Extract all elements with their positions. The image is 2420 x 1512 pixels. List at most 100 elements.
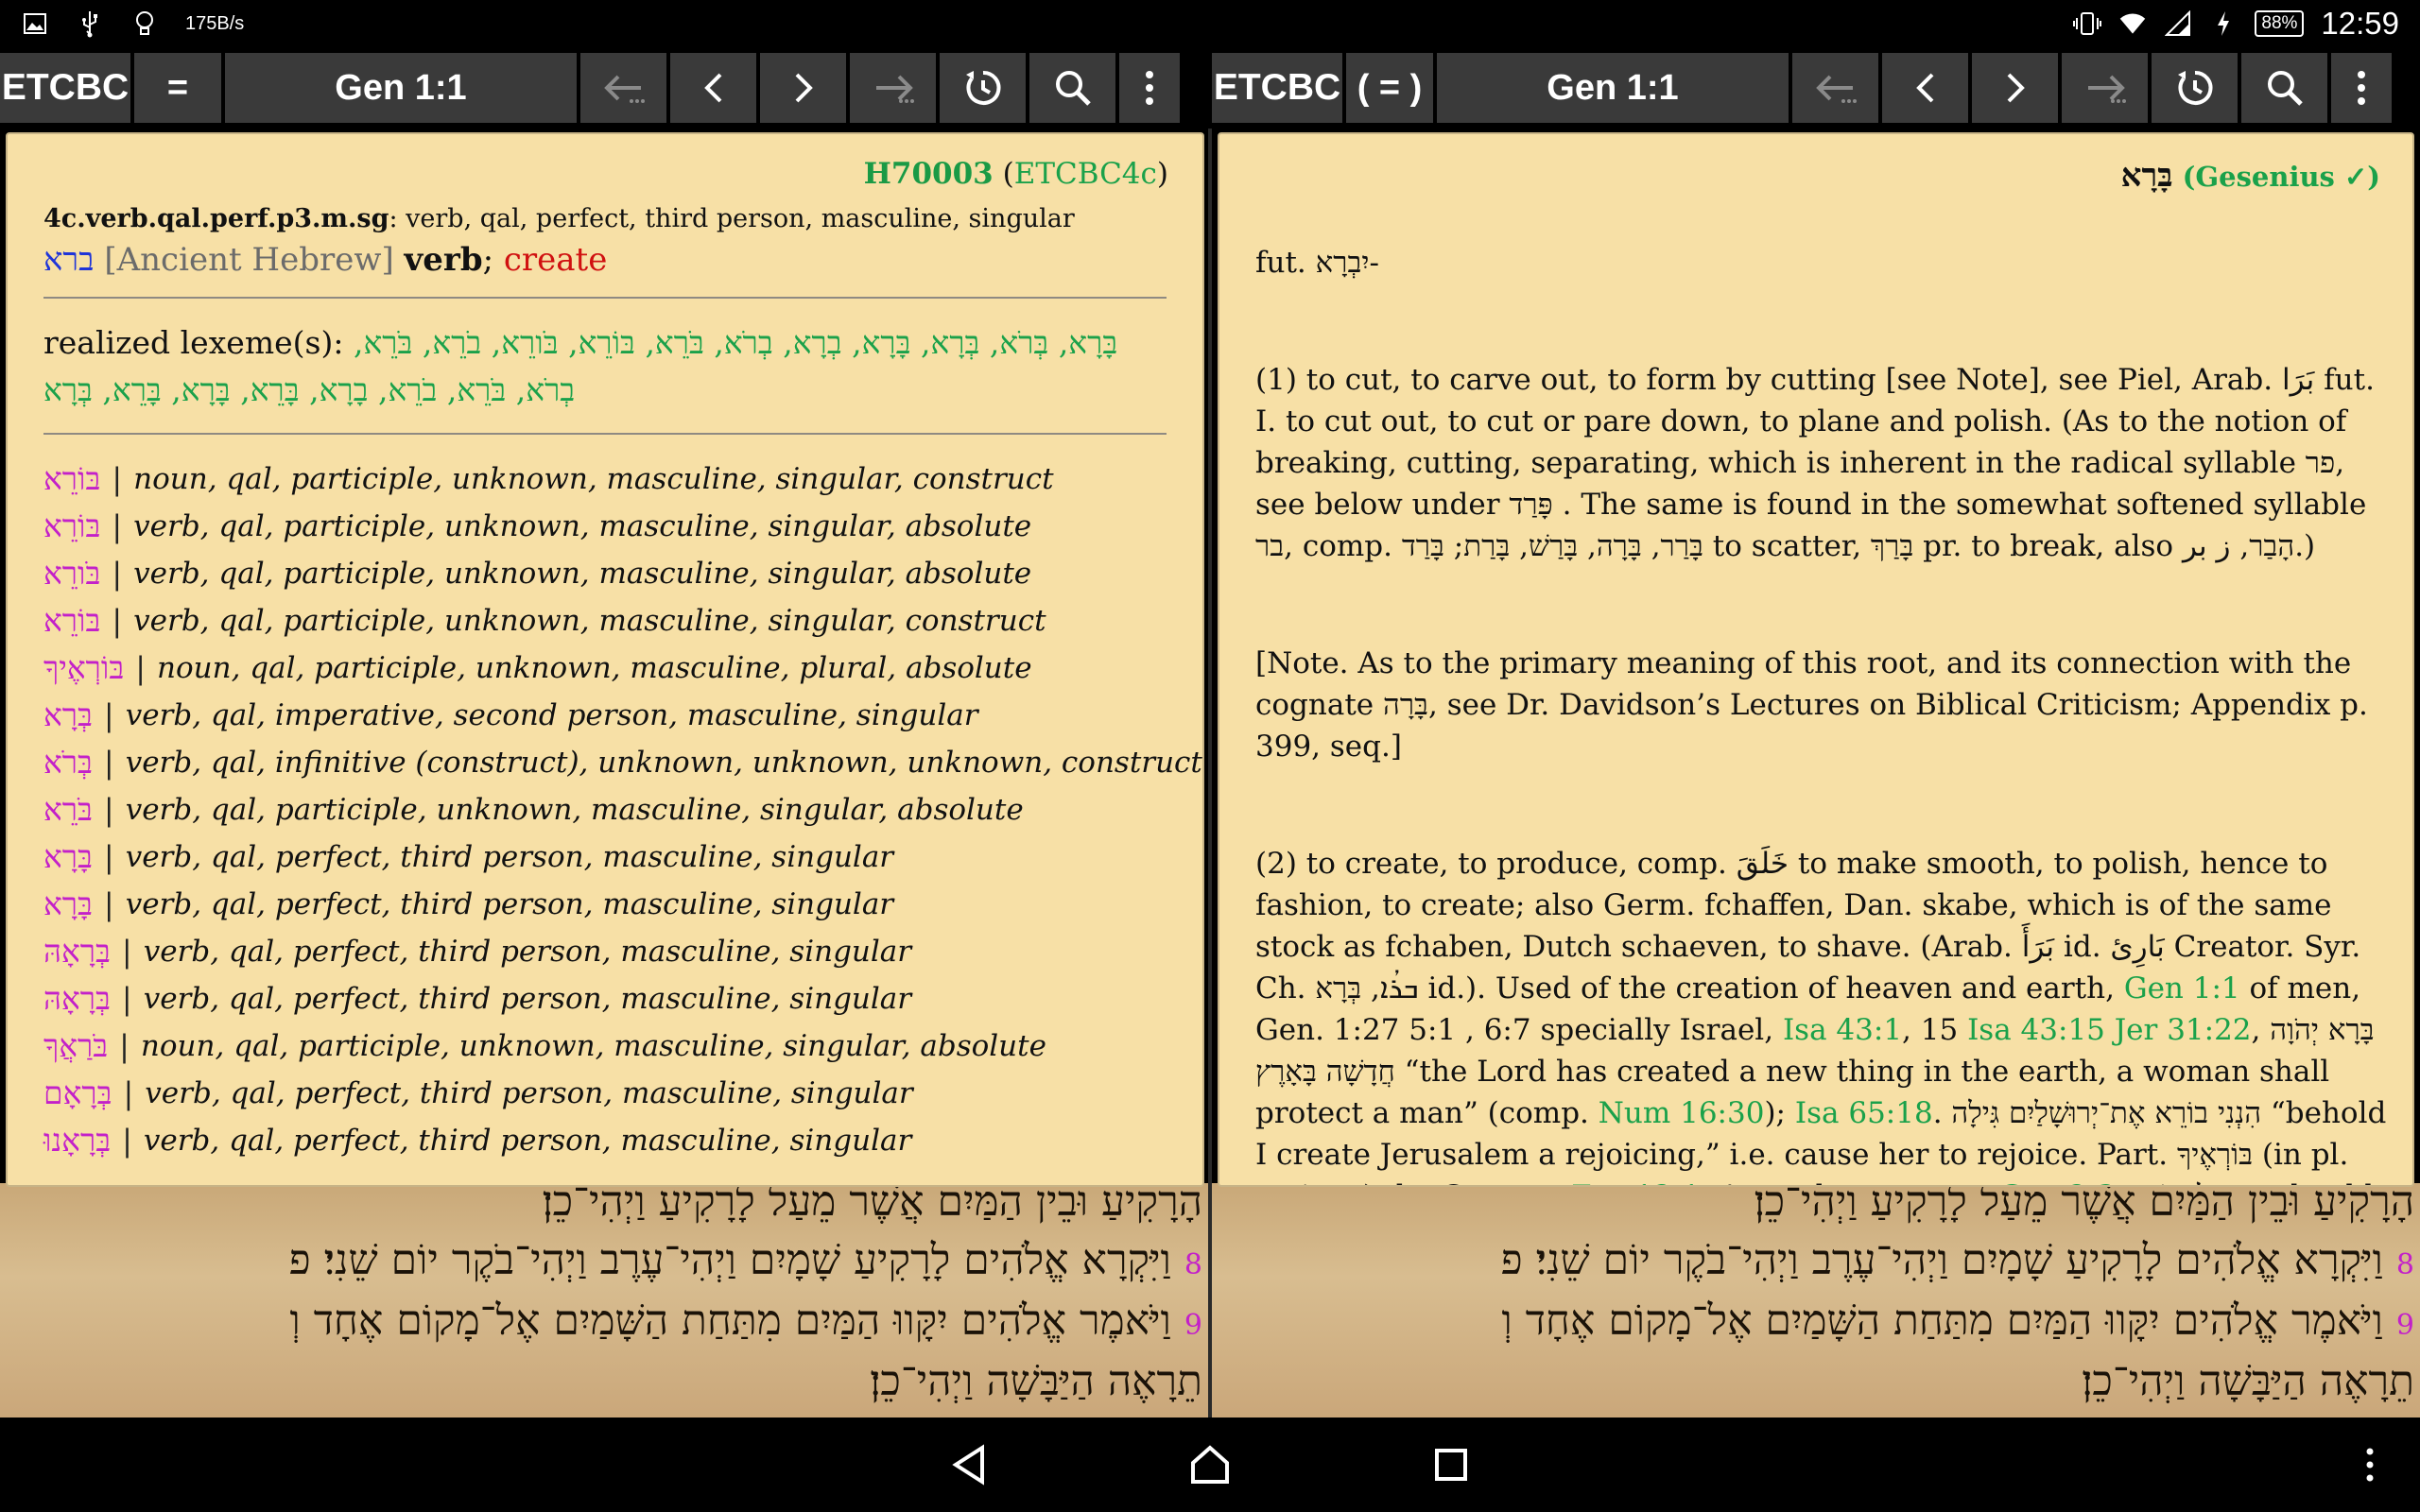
list-item[interactable]: בּוֹרֵא | verb, qal, participle, unknown, … (43, 597, 1178, 644)
list-item[interactable]: בְּרָא | verb, qal, imperative, second per… (43, 692, 1178, 739)
list-item[interactable]: בּוֹרֵא | verb, qal, participle, unknown, … (43, 503, 1178, 550)
right-pane: בָּרָא (Gesenius ✓) fut. יִבְרָא- (1) to… (1212, 129, 2420, 1187)
left-pane: H70003 (ETCBC4c) 4c.verb.qal.perf.p3.m.s… (0, 129, 1208, 1187)
list-item[interactable]: בּוֹרֵא | noun, qal, participle, unknown, … (43, 455, 1178, 503)
battery-level: 88% (2255, 10, 2305, 37)
future-form: fut. יִבְרָא- (1255, 246, 1379, 280)
verse-number: 9 (2395, 1309, 2414, 1342)
list-item[interactable]: בָּרָא | verb, qal, perfect, third person,… (43, 833, 1178, 881)
language: [Ancient Hebrew] (104, 241, 394, 279)
list-item[interactable]: בּוֹרְאֶיךָ | noun, qal, participle, unkno… (43, 644, 1178, 692)
verse-line: 8 וַיִּקְרָא אֱלֹהִים לָרָקִיעַ שָׁמָיִם… (288, 1236, 1202, 1284)
morph-line: 4c.verb.qal.perf.p3.m.sg: verb, qal, per… (43, 204, 1075, 233)
reference-button[interactable]: Gen 1:1 (225, 53, 577, 123)
left-toolbar: ETCBC = Gen 1:1 (0, 47, 1208, 129)
sync-button[interactable]: = (134, 53, 221, 123)
dictionary-source[interactable]: (Gesenius ✓) (2183, 161, 2380, 193)
back-history-icon[interactable] (1792, 53, 1878, 123)
ref-link[interactable]: Isa 43:1 (1783, 1013, 1902, 1047)
realized-label: realized lexeme(s): (43, 324, 344, 361)
prev-icon[interactable] (1882, 53, 1968, 123)
forms-list: בּוֹרֵא | noun, qal, participle, unknown, … (43, 455, 1202, 1164)
verse-number: 8 (1184, 1248, 1202, 1281)
charging-icon (2209, 9, 2238, 38)
list-item[interactable]: בֹּורֵא | verb, qal, participle, unknown, … (43, 550, 1178, 597)
signal-icon (2164, 9, 2192, 38)
forward-history-icon[interactable] (2062, 53, 2148, 123)
right-toolbar: ETCBC ( = ) Gen 1:1 (1212, 47, 2420, 129)
module-button[interactable]: ETCBC (1212, 53, 1342, 123)
back-nav-icon[interactable] (945, 1441, 993, 1488)
search-icon[interactable] (1029, 53, 1115, 123)
verse-line: 9 וַיֹּאמֶר אֱלֹהִים יִקָּווּ הַמַּיִם מ… (289, 1297, 1202, 1345)
ref-link[interactable]: Jer 31:22 (2115, 1013, 2252, 1047)
module-button[interactable]: ETCBC (0, 53, 130, 123)
list-item[interactable]: בְּרָאָנוּ | verb, qal, perfect, third per… (43, 1117, 1178, 1164)
list-item[interactable]: בָּרָא | verb, qal, perfect, third person,… (43, 881, 1178, 928)
prev-icon[interactable] (670, 53, 756, 123)
lexicon-card[interactable]: H70003 (ETCBC4c) 4c.verb.qal.perf.p3.m.s… (6, 132, 1204, 1187)
gloss: create (503, 241, 608, 279)
bible-text-right[interactable]: הָרָקִיעַ וּבֵין הַמַּיִם אֲשֶׁר מֵעַל ל… (1212, 1183, 2420, 1418)
entry-source[interactable]: ETCBC4c (1014, 157, 1157, 191)
list-item[interactable]: בֹּרַאֲךָ | noun, qal, participle, unknown… (43, 1022, 1178, 1070)
verse-line: 8 וַיִּקְרָא אֱלֹהִים לָרָקִיעַ שָׁמָיִם… (1500, 1236, 2414, 1284)
wifi-icon (2118, 9, 2147, 38)
list-item[interactable]: בְּרֹא | verb, qal, infinitive (construct)… (43, 739, 1202, 786)
recents-nav-icon[interactable] (1427, 1441, 1475, 1488)
list-item[interactable]: בְּרָאָהּ | verb, qal, perfect, third pers… (43, 928, 1178, 975)
search-icon[interactable] (2241, 53, 2327, 123)
ref-link[interactable]: Num 16:30 (1599, 1096, 1765, 1130)
note: [Note. As to the primary meaning of this… (1255, 646, 2368, 764)
dictionary-card[interactable]: בָּרָא (Gesenius ✓) fut. יִבְרָא- (1) to… (1218, 132, 2414, 1187)
list-item[interactable]: בְּרָאָם | verb, qal, perfect, third perso… (43, 1070, 1178, 1117)
headword: בָּרָא (2120, 157, 2173, 195)
more-nav-icon[interactable] (2346, 1441, 2394, 1488)
entry-id[interactable]: H70003 (864, 157, 994, 191)
list-item[interactable]: בְּרָאָהּ | verb, qal, perfect, third pers… (43, 975, 1178, 1022)
lightbulb-icon (130, 9, 159, 38)
overflow-menu-icon[interactable] (2331, 53, 2392, 123)
ref-link[interactable]: Gen 2:3 (1999, 1179, 2116, 1185)
lemma-line: ברא [Ancient Hebrew] verb; create (43, 241, 608, 279)
forward-history-icon[interactable] (850, 53, 936, 123)
list-item[interactable]: בֹּרֵא | verb, qal, participle, unknown, m… (43, 786, 1178, 833)
back-history-icon[interactable] (580, 53, 666, 123)
entry-header: בָּרָא (Gesenius ✓) (2121, 157, 2380, 195)
part-of-speech: verb (404, 241, 483, 279)
navigation-bar (0, 1418, 2420, 1512)
home-nav-icon[interactable] (1186, 1441, 1234, 1488)
ref-link[interactable]: Ecc 12:1 (1571, 1179, 1701, 1185)
verse-line: 9 וַיֹּאמֶר אֱלֹהִים יִקָּווּ הַמַּיִם מ… (1501, 1297, 2414, 1345)
network-speed: 175B/s (185, 12, 245, 34)
sync-button[interactable]: ( = ) (1346, 53, 1433, 123)
clock: 12:59 (2321, 6, 2399, 41)
verse-number: 8 (2395, 1248, 2414, 1281)
ref-link[interactable]: Isa 43:15 (1967, 1013, 2105, 1047)
history-icon[interactable] (940, 53, 1026, 123)
image-icon (21, 9, 49, 38)
next-icon[interactable] (1972, 53, 2058, 123)
verse-number: 9 (1184, 1309, 1202, 1342)
verse-line: הָרָקִיעַ וּבֵין הַמַּיִם אֲשֶׁר מֵעַל ל… (542, 1183, 1202, 1226)
status-bar: 175B/s 88% 12:59 (0, 0, 2420, 47)
morph-description: : verb, qal, perfect, third person, masc… (389, 204, 1075, 233)
realized-lexemes: realized lexeme(s): בָּרָא, בְּרֹא, בְּר… (43, 319, 1178, 414)
verse-line: תֵרָאֶה הַיַּבָּשָׁה וַיְהִי־כֵן׃ (870, 1357, 1202, 1405)
overflow-menu-icon[interactable] (1119, 53, 1180, 123)
vibrate-icon (2073, 9, 2102, 38)
ref-link[interactable]: Gen 1:1 (2124, 971, 2240, 1005)
entry-body: fut. יִבְרָא- (1) to cut, to carve out, … (1255, 242, 2390, 1185)
morph-code: 4c.verb.qal.perf.p3.m.sg (43, 204, 389, 233)
verse-line: תֵרָאֶה הַיַּבָּשָׁה וַיְהִי־כֵן׃ (2082, 1357, 2414, 1405)
reference-button[interactable]: Gen 1:1 (1437, 53, 1789, 123)
lemma[interactable]: ברא (43, 241, 95, 279)
divider (43, 297, 1167, 299)
divider (43, 433, 1167, 435)
sense-1: (1) to cut, to carve out, to form by cut… (1255, 363, 2375, 563)
history-icon[interactable] (2152, 53, 2238, 123)
next-icon[interactable] (760, 53, 846, 123)
ref-link[interactable]: Isa 65:18 (1795, 1096, 1933, 1130)
usb-icon (76, 9, 104, 38)
bible-text-left[interactable]: הָרָקִיעַ וּבֵין הַמַּיִם אֲשֶׁר מֵעַל ל… (0, 1183, 1208, 1418)
